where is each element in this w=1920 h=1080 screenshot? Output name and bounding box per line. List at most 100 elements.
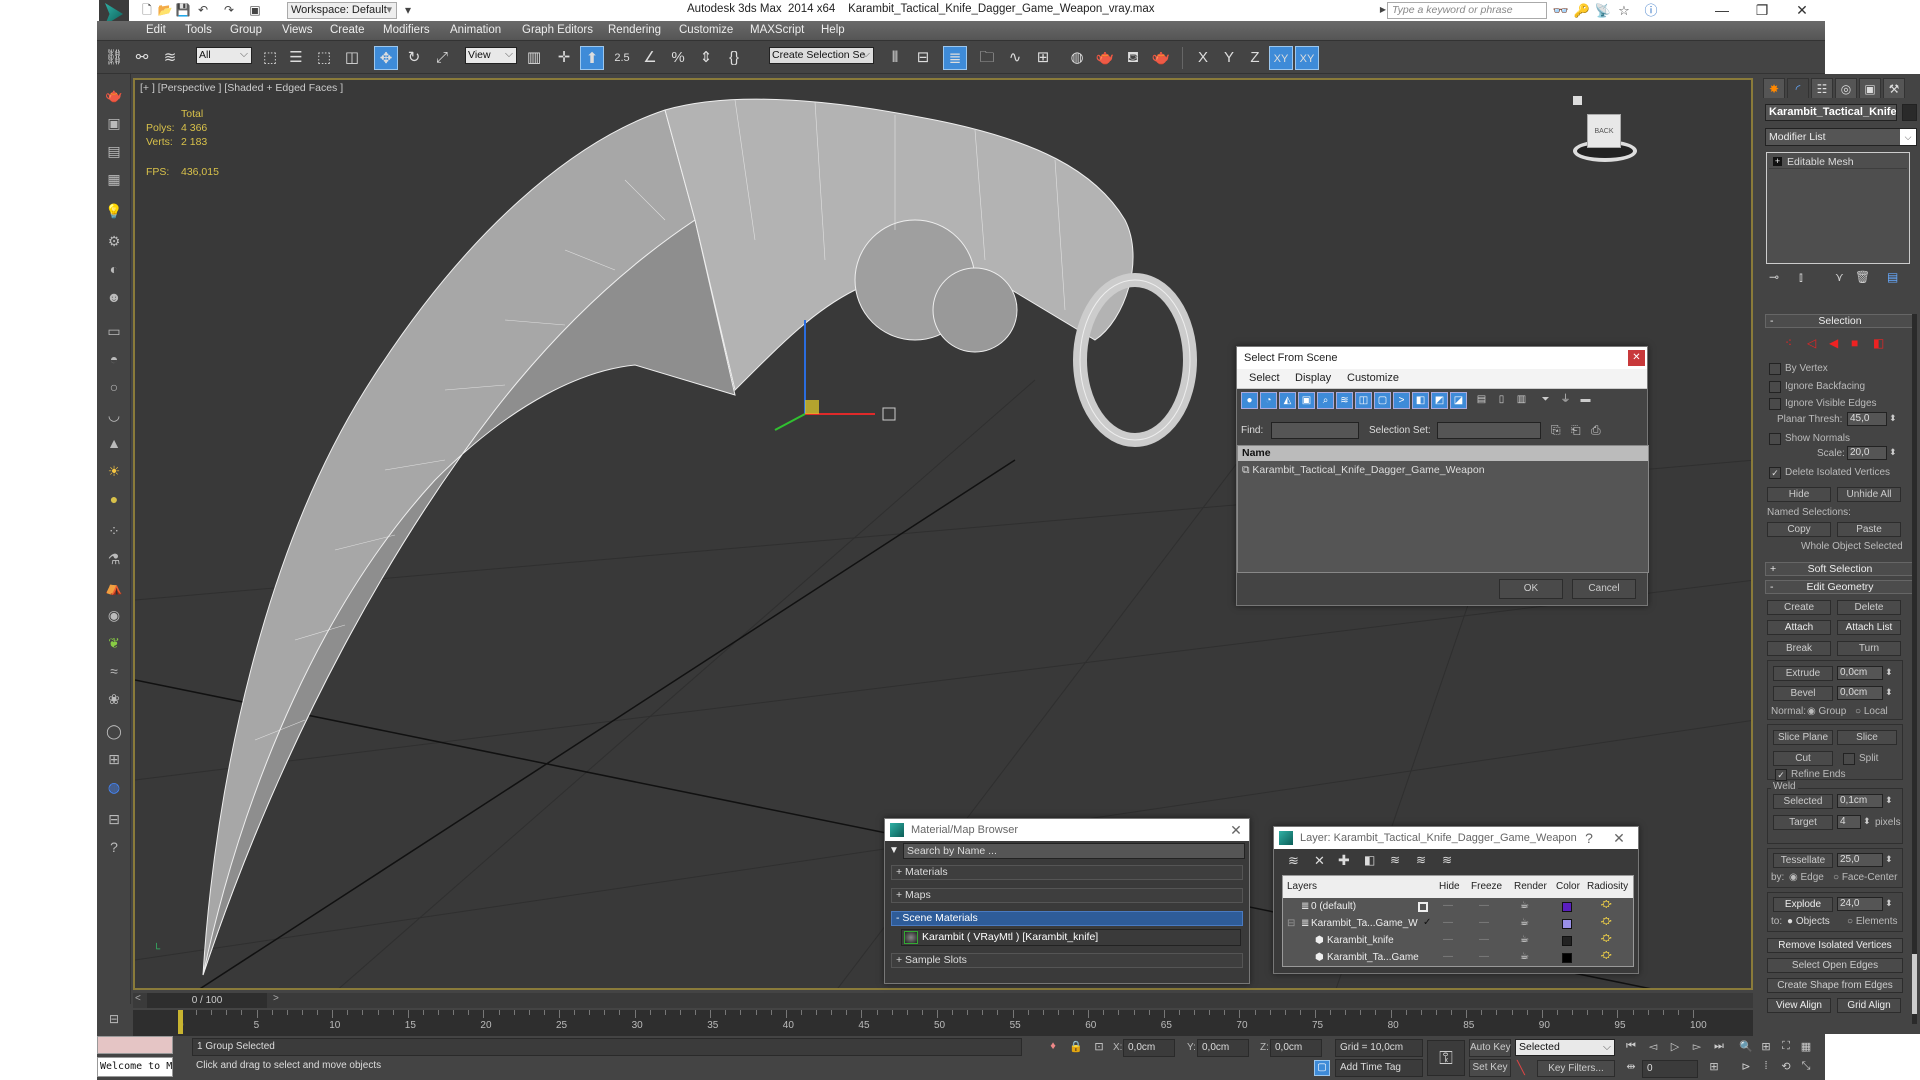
display-tab-icon[interactable]: ▣ — [1859, 78, 1881, 98]
environment-icon[interactable]: ◍ — [102, 776, 126, 798]
local-radio[interactable]: ○ Local — [1855, 706, 1888, 717]
render-toggle-icon[interactable]: ☕ — [1520, 934, 1529, 945]
select-and-rotate-icon[interactable]: ↻ — [402, 46, 426, 70]
unhide-all-button[interactable]: Unhide All — [1837, 487, 1901, 502]
ignore-backfacing-checkbox[interactable]: Ignore Backfacing — [1769, 380, 1865, 393]
select-open-edges-button[interactable]: Select Open Edges — [1767, 958, 1903, 973]
menu-tools[interactable]: Tools — [185, 24, 212, 36]
utilities-tab-icon[interactable]: ⚒ — [1883, 78, 1905, 98]
filter-lights-icon[interactable]: ◭ — [1279, 392, 1296, 409]
render-production-icon[interactable]: 🫖 — [1149, 46, 1173, 70]
teapot-icon[interactable]: 🫖 — [102, 84, 126, 106]
scene-explorer-icon[interactable]: 🗀 — [975, 46, 999, 70]
bevel-spinner[interactable]: 0,0cm — [1837, 686, 1894, 700]
filter-hidden-icon[interactable]: ◪ — [1450, 392, 1467, 409]
menu-views[interactable]: Views — [282, 24, 312, 36]
help-icon[interactable]: ⓘ — [1642, 2, 1660, 19]
filter-shapes-icon[interactable]: ◔ — [1260, 392, 1277, 409]
delete-button[interactable]: Delete — [1837, 600, 1901, 615]
freeze-toggle[interactable]: — — [1479, 900, 1489, 911]
scene-object-row[interactable]: ⧉ Karambit_Tactical_Knife_Dagger_Game_We… — [1242, 464, 1485, 477]
layer-color-swatch[interactable] — [1562, 953, 1572, 963]
current-frame-marker[interactable] — [178, 1010, 183, 1034]
help-circle-icon[interactable]: ? — [102, 836, 126, 858]
hide-button[interactable]: Hide — [1767, 487, 1831, 502]
zoom-extents-all-icon[interactable]: ▦ — [1797, 1040, 1815, 1053]
pivot-center-icon[interactable]: ▥ — [522, 46, 546, 70]
spinner-snap-icon[interactable]: ⇕ — [694, 46, 718, 70]
select-and-scale-icon[interactable]: ⤢ — [430, 46, 454, 70]
slice-plane-button[interactable]: Slice Plane — [1773, 730, 1833, 745]
vertex-subobject-icon[interactable]: ⁖ — [1785, 336, 1792, 350]
time-tag-icon[interactable]: ▢ — [1314, 1060, 1330, 1076]
help-search-input[interactable]: Type a keyword or phrase — [1387, 2, 1547, 19]
zoom-icon[interactable]: 🔍 — [1737, 1040, 1755, 1053]
set-key-button[interactable]: Set Key — [1469, 1059, 1511, 1077]
col-hide[interactable]: Hide — [1439, 881, 1460, 892]
bowl-icon[interactable]: ◡ — [102, 404, 126, 426]
face-center-radio[interactable]: ○ Face-Center — [1833, 872, 1897, 883]
panel-icon[interactable]: ▤ — [102, 140, 126, 162]
explode-button[interactable]: Explode — [1773, 897, 1833, 912]
camera-icon[interactable]: ⛺ — [102, 576, 126, 598]
snaps-toggle-icon[interactable]: 2.5 — [610, 46, 634, 70]
create-button[interactable]: Create — [1767, 600, 1831, 615]
menu-graph-editors[interactable]: Graph Editors — [522, 24, 593, 36]
grid-icon[interactable]: ⊞ — [102, 748, 126, 770]
col-freeze[interactable]: Freeze — [1471, 881, 1502, 892]
menu-display[interactable]: Display — [1295, 372, 1331, 384]
freeze-toggle[interactable]: — — [1479, 917, 1489, 928]
normal-scale-spinner[interactable]: 20,0 — [1847, 446, 1898, 460]
go-to-start-icon[interactable]: ⏮ — [1622, 1040, 1640, 1053]
selection-rollout-header[interactable]: - Selection — [1765, 314, 1915, 328]
biped-icon[interactable]: ☻ — [102, 286, 126, 308]
selection-filter-dropdown[interactable]: All — [196, 47, 252, 64]
hide-toggle[interactable]: — — [1443, 934, 1453, 945]
menu-modifiers[interactable]: Modifiers — [383, 24, 430, 36]
maximize-button[interactable]: ❐ — [1742, 0, 1782, 21]
render-toggle-icon[interactable]: ☕ — [1520, 900, 1529, 911]
schematic-view-icon[interactable]: ⊞ — [1031, 46, 1055, 70]
material-editor-icon[interactable]: ◍ — [1065, 46, 1089, 70]
go-to-end-icon[interactable]: ⏭ — [1710, 1040, 1728, 1053]
hide-toggle[interactable]: — — [1443, 900, 1453, 911]
motion-tab-icon[interactable]: ◎ — [1835, 78, 1857, 98]
menu-customize[interactable]: Customize — [679, 24, 733, 36]
transform-gizmo[interactable] — [774, 320, 896, 431]
extrude-button[interactable]: Extrude — [1773, 666, 1833, 681]
key-icon[interactable]: 🔑 — [1573, 2, 1591, 19]
set-key-icon[interactable]: ⚿ — [1427, 1040, 1465, 1076]
favorites-star-icon[interactable]: ☆ — [1615, 2, 1633, 19]
pin-stack-icon[interactable]: ⊸ — [1769, 270, 1779, 284]
weld-threshold-spinner[interactable]: 0,1cm — [1837, 794, 1894, 808]
face-subobject-icon[interactable]: ◀ — [1829, 336, 1838, 350]
filter-containers-icon[interactable]: ◧ — [1412, 392, 1429, 409]
select-by-name-icon[interactable]: ☰ — [284, 46, 308, 70]
percent-snap-icon[interactable]: % — [666, 46, 690, 70]
turn-button[interactable]: Turn — [1837, 641, 1901, 656]
layer-color-swatch[interactable] — [1562, 902, 1572, 912]
cancel-button[interactable]: Cancel — [1572, 579, 1636, 599]
selection-set-dropdown[interactable] — [1437, 422, 1541, 439]
grid-align-button[interactable]: Grid Align — [1837, 998, 1901, 1013]
layer-row[interactable]: ≣ 0 (default) — — ☕ ⛮ — [1283, 899, 1633, 915]
customize-toolbar-icon[interactable]: ▾ — [400, 2, 416, 18]
material-search-input[interactable]: Search by Name ... — [903, 843, 1245, 859]
layer-color-swatch[interactable] — [1562, 936, 1572, 946]
command-panel-scrollbar[interactable] — [1912, 314, 1917, 1024]
open-file-icon[interactable]: 📂 — [157, 2, 173, 18]
layer-manager-icon[interactable]: ≣ — [943, 46, 967, 70]
viewcube-face[interactable]: BACK — [1587, 114, 1621, 148]
elements-radio[interactable]: ○ Elements — [1847, 916, 1898, 927]
hierarchy-tab-icon[interactable]: ☷ — [1811, 78, 1833, 98]
element-subobject-icon[interactable]: ◧ — [1873, 336, 1884, 350]
weld-selected-button[interactable]: Selected — [1773, 794, 1833, 809]
sphere-icon[interactable]: ○ — [102, 376, 126, 398]
tessellate-button[interactable]: Tessellate — [1773, 853, 1833, 868]
sun-icon[interactable]: ☀ — [102, 460, 126, 482]
hide-toggle[interactable]: — — [1443, 917, 1453, 928]
cut-button[interactable]: Cut — [1773, 751, 1833, 766]
current-frame-field[interactable]: 0 — [1642, 1060, 1698, 1078]
attach-button[interactable]: Attach — [1767, 620, 1831, 635]
close-button[interactable]: ✕ — [1782, 0, 1822, 21]
